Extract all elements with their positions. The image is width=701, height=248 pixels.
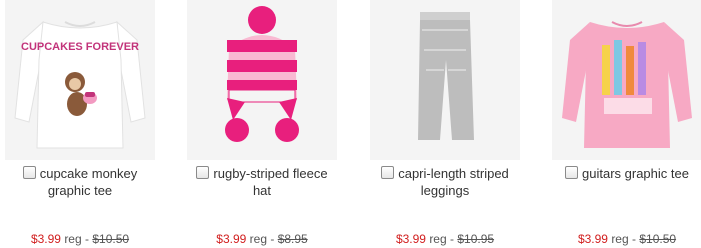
product-name-row: capri-length striped leggings <box>370 165 520 199</box>
sale-price: $3.99 <box>577 232 608 246</box>
compare-checkbox[interactable] <box>565 166 579 179</box>
regular-price: $10.95 <box>457 232 495 246</box>
product-image-guitars-tee[interactable] <box>552 0 701 160</box>
grey-leggings-icon <box>370 0 520 160</box>
white-tee-icon: CUPCAKES FOREVER <box>5 0 155 160</box>
compare-checkbox[interactable] <box>381 166 395 179</box>
reg-label: reg - <box>64 232 89 246</box>
reg-label: reg - <box>429 232 454 246</box>
product-card-guitars-tee: guitars graphic tee $3.99 reg - $10.50 <box>552 0 701 248</box>
product-name[interactable]: guitars graphic tee <box>582 166 689 181</box>
price-row: $3.99 reg - $10.95 <box>370 232 520 246</box>
price-row: $3.99 reg - $10.50 <box>5 232 155 246</box>
pink-tee-icon <box>552 0 701 160</box>
tee-print-text: CUPCAKES FOREVER <box>21 41 139 53</box>
price-row: $3.99 reg - $10.50 <box>552 232 701 246</box>
product-card-fleece-hat: rugby-striped fleece hat $3.99 reg - $8.… <box>187 0 347 248</box>
product-card-cupcake-monkey-tee: CUPCAKES FOREVER cupcake monkey graphic … <box>5 0 165 248</box>
product-name[interactable]: rugby-striped fleece hat <box>213 166 327 198</box>
compare-checkbox[interactable] <box>196 166 210 179</box>
product-image-capri-leggings[interactable] <box>370 0 520 160</box>
product-name[interactable]: capri-length striped leggings <box>398 166 509 198</box>
regular-price: $10.50 <box>639 232 677 246</box>
reg-label: reg - <box>611 232 636 246</box>
striped-hat-icon <box>187 0 337 160</box>
regular-price: $10.50 <box>92 232 130 246</box>
product-name[interactable]: cupcake monkey graphic tee <box>40 166 138 198</box>
reg-label: reg - <box>249 232 275 246</box>
regular-price: $8.95 <box>277 232 308 246</box>
product-image-cupcake-monkey-tee[interactable]: CUPCAKES FOREVER <box>5 0 155 160</box>
compare-checkbox[interactable] <box>22 166 36 179</box>
sale-price: $3.99 <box>395 232 426 246</box>
product-image-fleece-hat[interactable] <box>187 0 337 160</box>
product-name-row: rugby-striped fleece hat <box>187 165 337 199</box>
product-name-row: cupcake monkey graphic tee <box>5 165 155 199</box>
product-card-capri-leggings: capri-length striped leggings $3.99 reg … <box>370 0 530 248</box>
price-row: $3.99 reg - $8.95 <box>187 232 337 246</box>
sale-price: $3.99 <box>30 232 61 246</box>
sale-price: $3.99 <box>216 232 247 246</box>
product-name-row: guitars graphic tee <box>552 165 701 182</box>
